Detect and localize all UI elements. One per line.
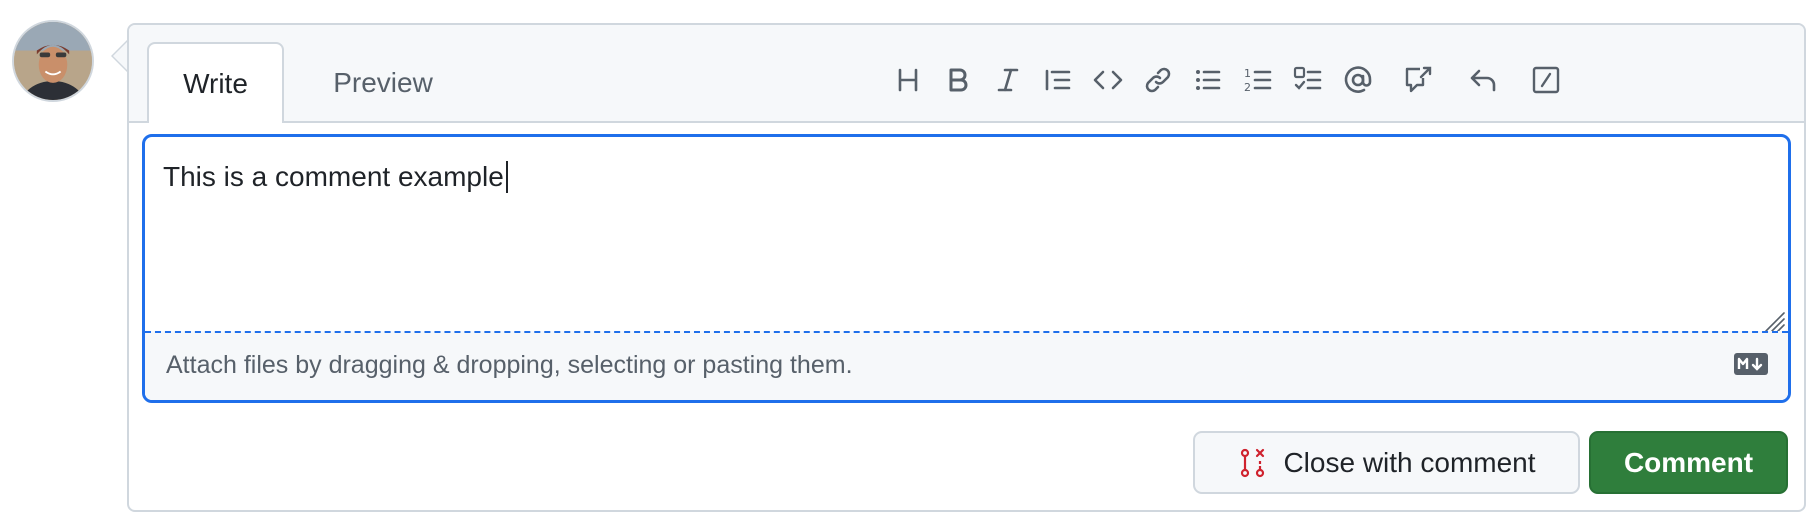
cross-reference-icon[interactable] [1398, 60, 1438, 100]
avatar[interactable] [12, 20, 94, 102]
code-icon[interactable] [1088, 60, 1128, 100]
quote-icon[interactable] [1038, 60, 1078, 100]
svg-text:1: 1 [1244, 67, 1251, 80]
close-with-comment-label: Close with comment [1283, 446, 1536, 478]
ordered-list-icon[interactable]: 12 [1238, 60, 1278, 100]
comment-caret-fill [113, 42, 127, 70]
file-attachment-bar[interactable]: Attach files by dragging & dropping, sel… [145, 331, 1788, 400]
slash-commands-icon[interactable] [1526, 60, 1566, 100]
svg-text:2: 2 [1244, 81, 1251, 94]
italic-icon[interactable] [988, 60, 1028, 100]
close-with-comment-button[interactable]: Close with comment [1193, 431, 1580, 494]
editor-header: Write Preview 1 2 [129, 25, 1804, 123]
task-list-icon[interactable] [1288, 60, 1328, 100]
resize-handle-icon[interactable] [1758, 305, 1786, 333]
markdown-icon[interactable] [1734, 353, 1768, 375]
mention-icon[interactable] [1338, 60, 1378, 100]
attach-hint: Attach files by dragging & dropping, sel… [166, 351, 853, 379]
issue-closed-icon [1241, 448, 1265, 477]
markdown-toolbar: 12 [129, 60, 1804, 100]
bold-icon[interactable] [938, 60, 978, 100]
text-cursor [505, 161, 508, 193]
comment-text: This is a comment example [163, 161, 504, 192]
unordered-list-icon[interactable] [1188, 60, 1228, 100]
comment-button[interactable]: Comment [1589, 431, 1788, 494]
heading-icon[interactable] [888, 60, 928, 100]
comment-button-label: Comment [1623, 446, 1754, 478]
link-icon[interactable] [1138, 60, 1178, 100]
user-avatar-image [14, 22, 92, 100]
reply-icon[interactable] [1463, 60, 1503, 100]
comment-textarea[interactable]: This is a comment example Attach files b… [142, 134, 1791, 403]
